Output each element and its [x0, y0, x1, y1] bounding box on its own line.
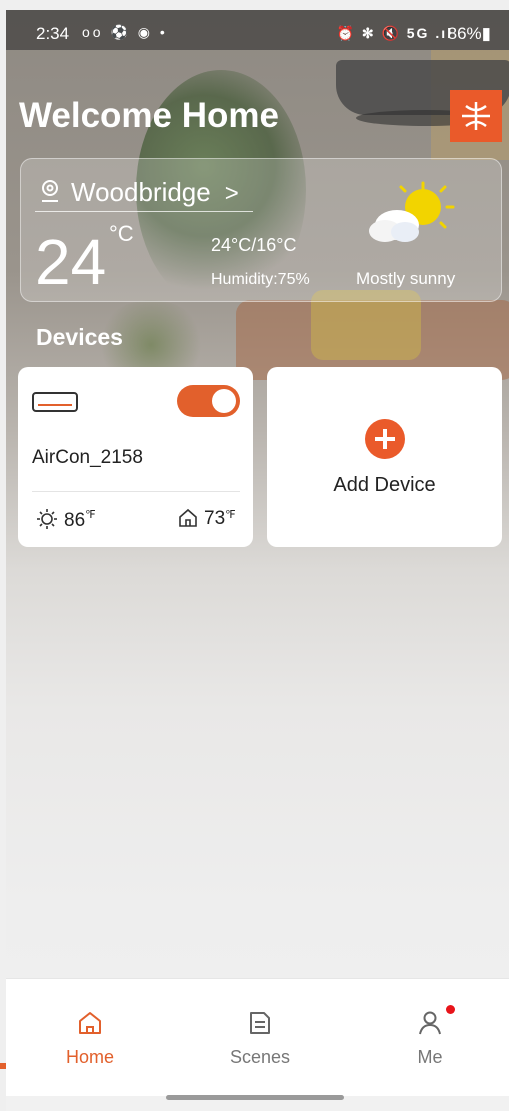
outdoor-temp-value: 86	[64, 510, 86, 531]
sun-icon	[37, 509, 57, 529]
home-icon	[79, 1012, 101, 1034]
house-icon	[179, 508, 197, 527]
add-device-card[interactable]: Add Device	[267, 367, 502, 547]
device-card-aircon[interactable]: AirCon_2158 86℉ 73℉	[18, 367, 253, 547]
chevron-right-icon: >	[224, 180, 239, 207]
app-screen: 2:34 oo ⚽ ◉ • ⏰ ✻ 🔇 5G .ıl 86%▮ Welcome …	[6, 10, 509, 1111]
outdoor-temp-unit: ℉	[85, 509, 96, 521]
weather-card[interactable]: Woodbridge > 24 °C 24°C/16°C Humidity:75%	[20, 158, 502, 302]
scenes-document-icon	[250, 1012, 270, 1034]
devices-heading: Devices	[36, 324, 123, 350]
outdoor-temperature: 86℉	[36, 508, 96, 532]
indoor-temp-unit: ℉	[225, 509, 236, 521]
nav-item-me[interactable]: Me	[370, 1005, 490, 1068]
edge-accent-mark	[0, 1063, 6, 1069]
location-selector[interactable]: Woodbridge >	[39, 177, 239, 210]
nav-label-scenes: Scenes	[229, 1047, 291, 1067]
status-time: 2:34	[36, 24, 70, 43]
brand-logo-button[interactable]	[450, 90, 502, 142]
location-pin-icon	[39, 179, 61, 210]
nav-label-home: Home	[65, 1047, 114, 1067]
add-device-label: Add Device	[333, 474, 436, 496]
bottom-navigation: Home Scenes Me	[6, 978, 509, 1096]
notification-badge	[446, 1005, 455, 1014]
location-name: Woodbridge	[71, 177, 211, 207]
person-icon	[419, 1011, 441, 1035]
humidity-value: Humidity:75%	[211, 271, 310, 288]
nav-item-home[interactable]: Home	[30, 1009, 150, 1068]
power-toggle[interactable]	[177, 385, 240, 417]
location-underline	[35, 211, 253, 212]
current-temperature: 24	[35, 226, 107, 298]
partly-sunny-icon	[361, 177, 461, 262]
indoor-temp-value: 73	[204, 508, 226, 529]
page-title: Welcome Home	[19, 96, 279, 135]
toggle-knob	[212, 389, 236, 413]
snowflake-logo-icon	[462, 102, 490, 130]
device-name: AirCon_2158	[32, 447, 143, 468]
temperature-range: 24°C/16°C	[211, 235, 297, 255]
home-indicator-bar[interactable]	[166, 1095, 344, 1100]
status-right-icons: ⏰ ✻ 🔇 5G .ıl	[336, 25, 453, 41]
plus-circle-icon	[365, 419, 405, 459]
status-bar: 2:34 oo ⚽ ◉ • ⏰ ✻ 🔇 5G .ıl 86%▮	[6, 10, 509, 50]
battery-indicator: 86%▮	[447, 24, 491, 43]
weather-condition: Mostly sunny	[356, 269, 456, 288]
status-left-icons: oo ⚽ ◉ •	[82, 24, 168, 40]
device-card-divider	[32, 491, 240, 492]
nav-item-scenes[interactable]: Scenes	[200, 1009, 320, 1068]
air-conditioner-icon	[32, 391, 78, 420]
nav-label-me: Me	[417, 1047, 443, 1067]
temperature-unit: °C	[109, 221, 134, 246]
indoor-temperature: 73℉	[178, 508, 236, 530]
